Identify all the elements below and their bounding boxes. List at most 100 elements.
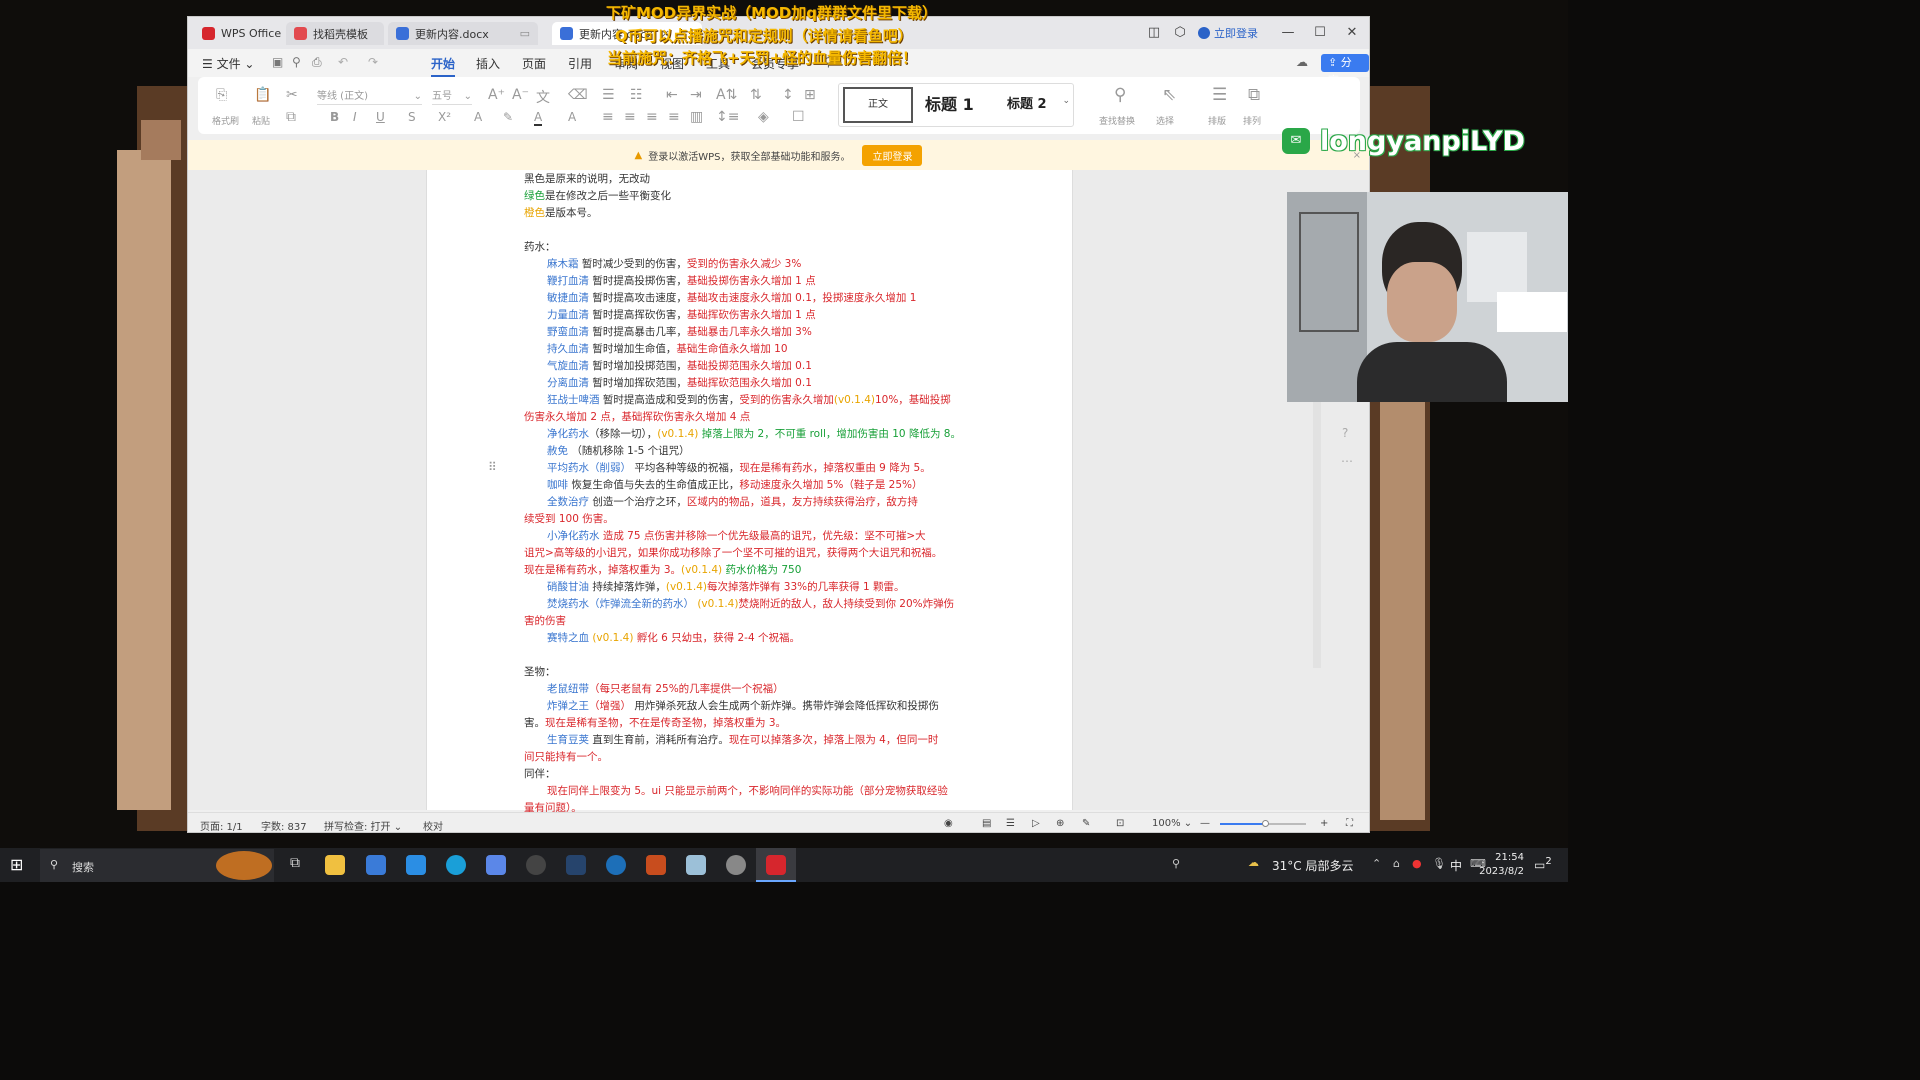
page-count[interactable]: 页面: 1/1 bbox=[200, 818, 243, 832]
notice-login-button[interactable]: 立即登录 bbox=[862, 144, 923, 166]
doc-line[interactable]: 老鼠纽带（每只老鼠有 25%的几率提供一个祝福） bbox=[524, 681, 980, 698]
copy-icon[interactable]: ⧉ bbox=[286, 109, 296, 125]
doc-line[interactable]: 赦免 （随机移除 1-5 个诅咒） bbox=[524, 443, 980, 460]
line-spacing-icon[interactable]: ↕≡ bbox=[716, 109, 739, 125]
show-marks-icon[interactable]: ⊞ bbox=[804, 87, 816, 103]
font-size-select[interactable]: 五号 ⌄ bbox=[432, 88, 472, 105]
app-ring-icon[interactable] bbox=[606, 855, 626, 875]
select-icon[interactable]: ⇖ bbox=[1162, 85, 1176, 105]
share-button[interactable]: ⇪ 分享 bbox=[1321, 54, 1369, 87]
taskbar-search[interactable]: ⚲ 搜索 bbox=[40, 849, 274, 882]
mail-icon[interactable] bbox=[406, 855, 426, 875]
doc-line[interactable]: 力量血清 暂时提高挥砍伤害，基础挥砍伤害永久增加 1 点 bbox=[524, 307, 980, 324]
doc-line[interactable]: 伤害永久增加 2 点，基础挥砍伤害永久增加 4 点 bbox=[524, 409, 980, 426]
align-left-icon[interactable]: ≡ bbox=[602, 109, 614, 125]
doc-line[interactable]: 气旋血清 暂时增加投掷范围，基础投掷范围永久增加 0.1 bbox=[524, 358, 980, 375]
tab-wps-office[interactable]: WPS Office bbox=[194, 22, 282, 45]
underline-icon[interactable]: U bbox=[376, 110, 385, 124]
strikethrough-icon[interactable]: S bbox=[408, 110, 416, 124]
ime-indicator[interactable]: 中 bbox=[1450, 857, 1462, 874]
doc-line[interactable]: 炸弹之王（增强） 用炸弹杀死敌人会生成两个新炸弹。携带炸弹会降低挥砍和投掷伤 bbox=[524, 698, 980, 715]
tab-tools[interactable]: 工具 bbox=[706, 55, 730, 72]
bold-icon[interactable]: B bbox=[330, 110, 339, 124]
tab-reference[interactable]: 引用 bbox=[568, 55, 592, 72]
tray-app-icon[interactable]: ● bbox=[1412, 857, 1422, 870]
doc-line[interactable]: 诅咒>高等级的小诅咒，如果你成功移除了一个坚不可摧的诅咒，获得两个大诅咒和祝福。 bbox=[524, 545, 980, 562]
doc-line[interactable]: 现在是稀有药水，掉落权重为 3。(v0.1.4) 药水价格为 750 bbox=[524, 562, 980, 579]
doc-line[interactable]: 间只能持有一个。 bbox=[524, 749, 980, 766]
page-view-icon[interactable]: ▤ bbox=[982, 818, 991, 829]
doc-line[interactable]: 全数治疗 创造一个治疗之环，区域内的物品，道具，友方持续获得治疗，敌方持 bbox=[524, 494, 980, 511]
bullet-list-icon[interactable]: ☰ bbox=[602, 87, 615, 103]
notification-center[interactable]: ▭2 bbox=[1534, 856, 1552, 872]
font-name-select[interactable]: 等线 (正文) ⌄ bbox=[317, 88, 422, 105]
doc-line[interactable]: 害的伤害 bbox=[524, 613, 980, 630]
doc-line[interactable]: 黑色是原来的说明，无改动 bbox=[524, 171, 980, 188]
text-direction-icon[interactable]: A⇅ bbox=[716, 87, 737, 103]
share-link-icon[interactable]: ⚲ bbox=[292, 55, 301, 69]
redo-icon[interactable]: ↷ bbox=[368, 55, 378, 69]
maximize-icon[interactable]: ☐ bbox=[1312, 25, 1328, 41]
doc-line[interactable]: 敏捷血清 暂时提高攻击速度，基础攻击速度永久增加 0.1，投掷速度永久增加 1 bbox=[524, 290, 980, 307]
play-icon[interactable]: ▷ bbox=[1032, 818, 1040, 829]
italic-icon[interactable]: I bbox=[353, 110, 357, 124]
doc-line[interactable]: 绿色是在修改之后一些平衡变化 bbox=[524, 188, 980, 205]
doc-line[interactable]: 赛特之血 (v0.1.4) 孵化 6 只幼虫，获得 2-4 个祝福。 bbox=[524, 630, 980, 647]
tab-member[interactable]: 会员专享 bbox=[751, 55, 799, 72]
tab-templates[interactable]: 找稻壳模板 bbox=[286, 22, 384, 45]
distribute-icon[interactable]: ▥ bbox=[690, 109, 703, 125]
doc-line[interactable]: 橙色是版本号。 bbox=[524, 205, 980, 222]
cloud-icon[interactable]: ☁ bbox=[1296, 55, 1308, 69]
style-heading-2[interactable]: 标题 2 bbox=[1007, 87, 1047, 123]
doc-line[interactable]: 分离血清 暂时增加挥砍范围，基础挥砍范围永久增加 0.1 bbox=[524, 375, 980, 392]
cut-icon[interactable]: ✂ bbox=[286, 87, 298, 103]
zoom-in-icon[interactable]: + bbox=[1320, 818, 1328, 829]
decrease-indent-icon[interactable]: ⇤ bbox=[666, 87, 678, 103]
close-icon[interactable]: ✕ bbox=[1344, 25, 1360, 41]
help-icon[interactable]: ? bbox=[1342, 426, 1348, 440]
fit-icon[interactable]: ⊡ bbox=[1116, 818, 1124, 829]
save-icon[interactable]: ▣ bbox=[272, 55, 283, 69]
tab-view[interactable]: 视图 bbox=[660, 55, 684, 72]
word-count[interactable]: 字数: 837 bbox=[261, 818, 307, 832]
zoom-out-icon[interactable]: — bbox=[1200, 818, 1210, 829]
char-shading-icon[interactable]: A bbox=[568, 110, 576, 124]
outline-icon[interactable]: ☰ bbox=[1006, 818, 1015, 829]
web-view-icon[interactable]: ⊕ bbox=[1056, 818, 1064, 829]
doc-line[interactable]: 现在同伴上限变为 5。ui 只能显示前两个，不影响同伴的实际功能（部分宠物获取经… bbox=[524, 783, 980, 800]
sort-icon[interactable]: ⇅ bbox=[750, 87, 762, 103]
bird-app-icon[interactable] bbox=[486, 855, 506, 875]
tab-insert[interactable]: 插入 bbox=[476, 55, 500, 72]
doc-line[interactable]: 药水： bbox=[524, 239, 980, 256]
style-normal[interactable]: 正文 bbox=[843, 87, 913, 123]
shrink-font-icon[interactable]: A⁻ bbox=[512, 87, 529, 103]
doc-line[interactable]: 圣物： bbox=[524, 664, 980, 681]
align-center-icon[interactable]: ≡ bbox=[624, 109, 636, 125]
drag-handle-icon[interactable]: ⠿ bbox=[488, 460, 497, 474]
more-icon[interactable]: ⋯ bbox=[1341, 454, 1353, 468]
find-replace-icon[interactable]: ⚲ bbox=[1114, 85, 1126, 105]
doc-line[interactable]: 持久血清 暂时增加生命值，基础生命值永久增加 10 bbox=[524, 341, 980, 358]
globe-app-icon[interactable] bbox=[726, 855, 746, 875]
tab-doc-1[interactable]: 更新内容.docx ▭ bbox=[388, 22, 538, 45]
highlight-icon[interactable]: ✎ bbox=[503, 110, 513, 124]
doc-line[interactable]: 鞭打血清 暂时提高投掷伤害，基础投掷伤害永久增加 1 点 bbox=[524, 273, 980, 290]
pen-icon[interactable]: ✎ bbox=[1082, 818, 1090, 829]
shading-icon[interactable]: ◈ bbox=[758, 109, 769, 125]
eye-icon[interactable]: ◉ bbox=[944, 818, 953, 829]
doc-line[interactable] bbox=[524, 222, 980, 239]
doc-line[interactable]: 生育豆荚 直到生育前，消耗所有治疗。现在可以掉落多次，掉落上限为 4，但同一时 bbox=[524, 732, 980, 749]
game-app-icon[interactable] bbox=[646, 855, 666, 875]
proofread[interactable]: 校对 bbox=[423, 818, 443, 832]
network-icon[interactable]: ⌂ bbox=[1393, 857, 1400, 870]
close-tab-icon[interactable]: × bbox=[661, 27, 670, 40]
weather-text[interactable]: 31°C 局部多云 bbox=[1272, 857, 1353, 874]
layout-icon[interactable]: ◫ bbox=[1146, 25, 1162, 41]
doc-line[interactable]: 焚烧药水（炸弹流全新的药水） (v0.1.4)焚烧附近的敌人，敌人持续受到你 2… bbox=[524, 596, 980, 613]
paste-icon[interactable]: 📋 bbox=[254, 87, 271, 103]
doc-line[interactable]: 硝酸甘油 持续掉落炸弹，(v0.1.4)每次掉落炸弹有 33%的几率获得 1 颗… bbox=[524, 579, 980, 596]
border-icon[interactable]: ☐ bbox=[792, 109, 805, 125]
font-effect-icon[interactable]: A bbox=[474, 110, 482, 124]
tray-arrow-icon[interactable]: ⌃ bbox=[1372, 857, 1381, 870]
grow-font-icon[interactable]: A⁺ bbox=[488, 87, 505, 103]
